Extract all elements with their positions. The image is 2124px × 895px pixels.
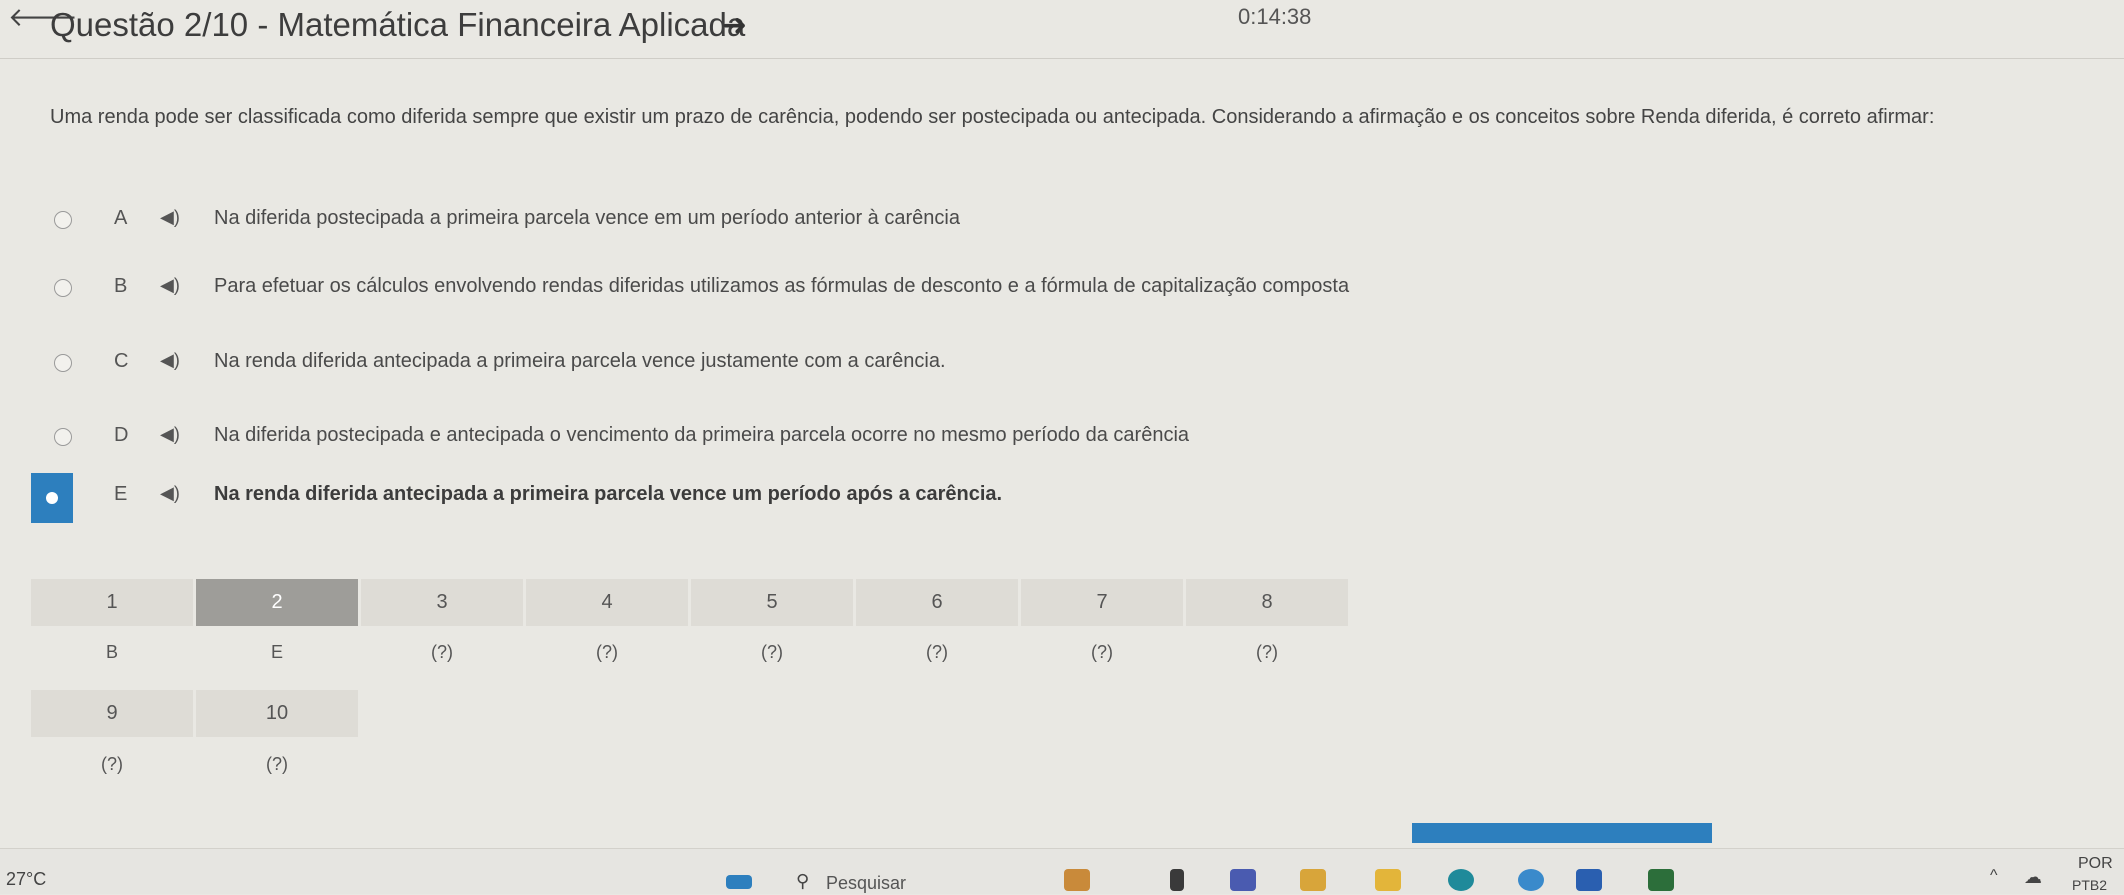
taskbar-search[interactable]: ⚲ Pesquisar (796, 865, 1006, 895)
grid-answer: (?) (266, 754, 288, 774)
question-text: Uma renda pode ser classificada como dif… (50, 106, 1935, 128)
page-title: Questão 2/10 - Matemática Financeira Apl… (50, 6, 746, 43)
finish-button[interactable] (1412, 823, 1712, 843)
option-d[interactable]: D ◀) Na diferida postecipada e antecipad… (0, 414, 1400, 464)
option-c[interactable]: C ◀) Na renda diferida antecipada a prim… (0, 340, 1400, 390)
search-icon: ⚲ (796, 871, 810, 891)
grid-question-number[interactable]: 7 (1021, 579, 1183, 626)
grid-answer: (?) (1091, 642, 1113, 662)
grid-question-number[interactable]: 9 (31, 690, 193, 737)
file-explorer-icon[interactable] (1375, 869, 1401, 891)
speaker-icon[interactable]: ◀) (160, 424, 180, 445)
grid-answer: (?) (1256, 642, 1278, 662)
chrome-browser-icon[interactable] (1518, 869, 1544, 891)
grid-question-number[interactable]: 3 (361, 579, 523, 626)
option-letter: A (114, 207, 128, 229)
option-b[interactable]: B ◀) Para efetuar os cálculos envolvendo… (0, 265, 1400, 315)
option-text: Na renda diferida antecipada a primeira … (214, 350, 946, 372)
option-text: Na diferida postecipada e antecipada o v… (214, 424, 1190, 446)
onedrive-icon[interactable]: ☁ (2024, 867, 2042, 888)
grid-answer: (?) (596, 642, 618, 662)
option-text: Para efetuar os cálculos envolvendo rend… (214, 275, 1350, 297)
teams-icon[interactable] (1230, 869, 1256, 891)
widgets-icon[interactable] (1064, 869, 1090, 891)
grid-answer: (?) (431, 642, 453, 662)
option-text: Na diferida postecipada a primeira parce… (214, 207, 960, 229)
grid-answer: E (270, 642, 283, 662)
speaker-icon[interactable]: ◀) (160, 275, 180, 296)
grid-question-number[interactable]: 10 (196, 690, 358, 737)
grid-answer: (?) (101, 754, 123, 774)
store-icon[interactable] (1576, 869, 1602, 891)
chevron-up-icon[interactable]: ^ (1990, 867, 1998, 885)
grid-question-number[interactable]: 6 (856, 579, 1018, 626)
weather-temperature[interactable]: 27°C (6, 869, 46, 890)
speaker-icon[interactable]: ◀) (160, 483, 180, 504)
edge-browser-icon[interactable] (1448, 869, 1474, 891)
option-a[interactable]: A ◀) Na diferida postecipada a primeira … (0, 197, 1400, 247)
timer: 0:14:38 (1238, 4, 1312, 29)
grid-answer: B (105, 642, 118, 662)
radio-button[interactable] (54, 428, 72, 446)
language-indicator[interactable]: POR (2078, 855, 2113, 873)
grid-answer: (?) (926, 642, 948, 662)
radio-button[interactable] (54, 211, 72, 229)
grid-question-number-active[interactable]: 2 (196, 579, 358, 626)
radio-button[interactable] (54, 279, 72, 297)
next-arrow-icon[interactable]: ➜ (722, 8, 747, 43)
grid-question-number[interactable]: 4 (526, 579, 688, 626)
option-letter: B (114, 275, 128, 297)
grid-answer: (?) (761, 642, 783, 662)
speaker-icon[interactable]: ◀) (160, 350, 180, 371)
option-letter: E (114, 483, 128, 505)
option-letter: D (114, 424, 129, 446)
option-e[interactable]: E ◀) Na renda diferida antecipada a prim… (0, 473, 1400, 523)
grid-question-number[interactable]: 5 (691, 579, 853, 626)
grid-question-number[interactable]: 8 (1186, 579, 1348, 626)
header-bar: 🡐 Questão 2/10 - Matemática Financeira A… (0, 0, 2124, 59)
start-menu-icon[interactable] (726, 875, 752, 889)
radio-button[interactable] (54, 354, 72, 372)
option-letter: C (114, 350, 129, 372)
copilot-icon[interactable] (1300, 869, 1326, 891)
app-icon[interactable] (1648, 869, 1674, 891)
speaker-icon[interactable]: ◀) (160, 207, 180, 228)
task-view-icon[interactable] (1170, 869, 1184, 891)
keyboard-layout[interactable]: PTB2 (2072, 877, 2107, 893)
option-text: Na renda diferida antecipada a primeira … (214, 483, 1003, 505)
bottom-navigation (0, 823, 2124, 843)
radio-button-selected[interactable] (31, 473, 73, 523)
windows-taskbar: 27°C ⚲ Pesquisar ^ ☁ POR PTB2 (0, 848, 2124, 894)
search-placeholder: Pesquisar (826, 873, 907, 893)
grid-question-number[interactable]: 1 (31, 579, 193, 626)
